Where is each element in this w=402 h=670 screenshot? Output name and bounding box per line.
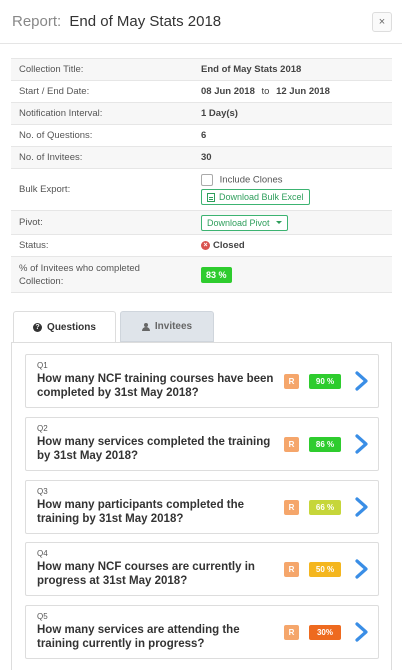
question-card[interactable]: Q1 How many NCF training courses have bee… <box>25 354 379 408</box>
question-text: How many NCF training courses have been … <box>37 373 274 399</box>
page-title: Report: End of May Stats 2018 <box>12 13 221 30</box>
chevron-right-icon[interactable] <box>352 434 370 454</box>
completed-percent-badge: 83 % <box>201 266 232 283</box>
tab-questions-label: Questions <box>47 321 96 333</box>
question-text: How many services completed the training… <box>37 436 271 462</box>
bulk-export-controls: Include Clones Download Bulk Excel <box>193 168 392 211</box>
r-badge: R <box>284 374 299 389</box>
interval-value: 1 Day(s) <box>193 102 392 125</box>
download-pivot-button[interactable]: Download Pivot <box>201 214 288 231</box>
dates-label: Start / End Date: <box>11 80 193 103</box>
tab-bar: ? Questions Invitees <box>11 311 392 343</box>
pivot-label: Pivot: <box>11 210 193 235</box>
close-icon: × <box>378 16 386 28</box>
caret-down-icon <box>275 221 282 224</box>
question-percent-badge: 30% <box>309 625 341 640</box>
tab-invitees[interactable]: Invitees <box>120 311 214 342</box>
chevron-right-icon[interactable] <box>352 497 370 517</box>
download-bulk-excel-button[interactable]: Download Bulk Excel <box>201 189 310 205</box>
report-info-table: Collection Title: End of May Stats 2018 … <box>11 58 392 293</box>
status-value: × Closed <box>193 234 392 257</box>
date-separator: to <box>261 86 270 97</box>
collection-title-label: Collection Title: <box>11 58 193 81</box>
dates-value: 08 Jun 2018 to 12 Jun 2018 <box>193 80 392 103</box>
excel-file-icon <box>207 192 215 202</box>
question-card[interactable]: Q4 How many NCF courses are currently in … <box>25 542 379 596</box>
user-icon <box>141 322 150 331</box>
download-bulk-excel-label: Download Bulk Excel <box>219 192 304 202</box>
questions-count-value: 6 <box>193 124 392 147</box>
include-clones-label: Include Clones <box>219 174 283 186</box>
completed-label: % of Invitees who completed Collection: <box>11 256 193 293</box>
start-date: 08 Jun 2018 <box>201 86 255 97</box>
question-percent-badge: 50 % <box>309 562 341 577</box>
question-number: Q1 <box>37 361 48 370</box>
title-prefix: Report: <box>12 13 62 30</box>
question-card[interactable]: Q5 How many services are attending the tr… <box>25 605 379 659</box>
interval-label: Notification Interval: <box>11 102 193 125</box>
collection-title-value: End of May Stats 2018 <box>193 58 392 81</box>
question-text: How many participants completed the trai… <box>37 499 245 525</box>
report-name: End of May Stats 2018 <box>69 13 222 30</box>
include-clones-checkbox[interactable] <box>201 174 213 186</box>
chevron-right-icon[interactable] <box>352 371 370 391</box>
end-date: 12 Jun 2018 <box>276 86 330 97</box>
invitees-count-value: 30 <box>193 146 392 169</box>
tab-questions[interactable]: ? Questions <box>13 311 116 343</box>
question-circle-icon: ? <box>33 322 43 332</box>
status-text: Closed <box>213 240 245 251</box>
chevron-right-icon[interactable] <box>352 622 370 642</box>
r-badge: R <box>284 500 299 515</box>
invitees-count-label: No. of Invitees: <box>11 146 193 169</box>
question-number: Q2 <box>37 424 48 433</box>
bulk-export-label: Bulk Export: <box>11 168 193 211</box>
modal-header: Report: End of May Stats 2018 × <box>0 0 402 44</box>
close-circle-icon: × <box>201 240 210 250</box>
close-button[interactable]: × <box>372 12 392 32</box>
download-pivot-label: Download Pivot <box>207 217 270 228</box>
questions-count-label: No. of Questions: <box>11 124 193 147</box>
question-percent-badge: 66 % <box>309 500 341 515</box>
question-number: Q4 <box>37 549 48 558</box>
status-label: Status: <box>11 234 193 257</box>
r-badge: R <box>284 437 299 452</box>
question-card[interactable]: Q3 How many participants completed the tr… <box>25 480 379 534</box>
question-percent-badge: 90 % <box>309 374 341 389</box>
question-text: How many services are attending the trai… <box>37 624 240 650</box>
r-badge: R <box>284 625 299 640</box>
chevron-right-icon[interactable] <box>352 559 370 579</box>
question-card[interactable]: Q2 How many services completed the traini… <box>25 417 379 471</box>
question-number: Q3 <box>37 487 48 496</box>
question-text: How many NCF courses are currently in pr… <box>37 561 255 587</box>
question-percent-badge: 86 % <box>309 437 341 452</box>
tab-invitees-label: Invitees <box>154 321 193 332</box>
question-number: Q5 <box>37 612 48 621</box>
r-badge: R <box>284 562 299 577</box>
